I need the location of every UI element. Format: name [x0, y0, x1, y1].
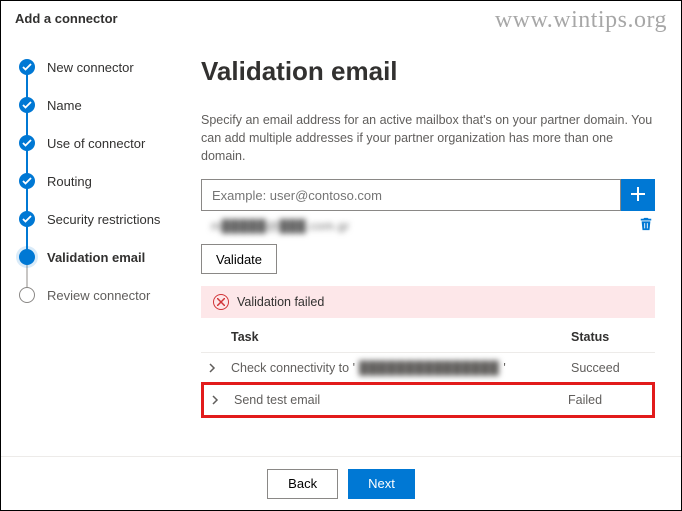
window-title: Add a connector: [1, 1, 681, 32]
check-icon: [19, 135, 35, 151]
status-text: Failed: [568, 393, 648, 407]
step-new-connector[interactable]: New connector: [19, 48, 181, 86]
page-description: Specify an email address for an active m…: [201, 111, 655, 165]
footer: Back Next: [1, 456, 681, 510]
step-use-of-connector[interactable]: Use of connector: [19, 124, 181, 162]
next-button[interactable]: Next: [348, 469, 415, 499]
task-text: Check connectivity to '███████████████': [231, 361, 571, 375]
add-email-button[interactable]: [621, 179, 655, 211]
step-label: Security restrictions: [47, 212, 160, 227]
table-row[interactable]: Check connectivity to '███████████████'S…: [201, 353, 655, 384]
status-text: Succeed: [571, 361, 651, 375]
back-button[interactable]: Back: [267, 469, 338, 499]
validate-button[interactable]: Validate: [201, 244, 277, 274]
step-security-restrictions[interactable]: Security restrictions: [19, 200, 181, 238]
step-label: Validation email: [47, 250, 145, 265]
table-row[interactable]: Send test emailFailed: [201, 382, 655, 418]
check-icon: [19, 211, 35, 227]
chevron-right-icon: [207, 363, 231, 373]
task-text: Send test email: [234, 393, 568, 407]
pending-step-icon: [19, 287, 35, 303]
steps-sidebar: New connector Name Use of connector Routing…: [1, 32, 191, 462]
main-panel: Validation email Specify an email addres…: [191, 32, 681, 462]
step-name[interactable]: Name: [19, 86, 181, 124]
step-label: Use of connector: [47, 136, 145, 151]
col-task: Task: [231, 330, 571, 344]
validation-failed-text: Validation failed: [237, 295, 324, 309]
listed-email-row: m█████@███.com.gr: [201, 211, 655, 244]
step-label: Name: [47, 98, 82, 113]
listed-email-text: m█████@███.com.gr: [211, 219, 350, 233]
step-validation-email[interactable]: Validation email: [19, 238, 181, 276]
current-step-icon: [19, 249, 35, 265]
validation-failed-banner: Validation failed: [201, 286, 655, 318]
check-icon: [19, 59, 35, 75]
step-routing[interactable]: Routing: [19, 162, 181, 200]
plus-icon: [630, 186, 646, 205]
step-label: Review connector: [47, 288, 150, 303]
error-icon: [213, 294, 229, 310]
check-icon: [19, 173, 35, 189]
col-status: Status: [571, 330, 651, 344]
page-title: Validation email: [201, 56, 655, 87]
check-icon: [19, 97, 35, 113]
chevron-right-icon: [210, 395, 234, 405]
step-label: New connector: [47, 60, 134, 75]
step-label: Routing: [47, 174, 92, 189]
step-review-connector[interactable]: Review connector: [19, 276, 181, 314]
task-table-header: Task Status: [201, 318, 655, 353]
email-input[interactable]: [201, 179, 621, 211]
delete-email-button[interactable]: [639, 217, 653, 234]
